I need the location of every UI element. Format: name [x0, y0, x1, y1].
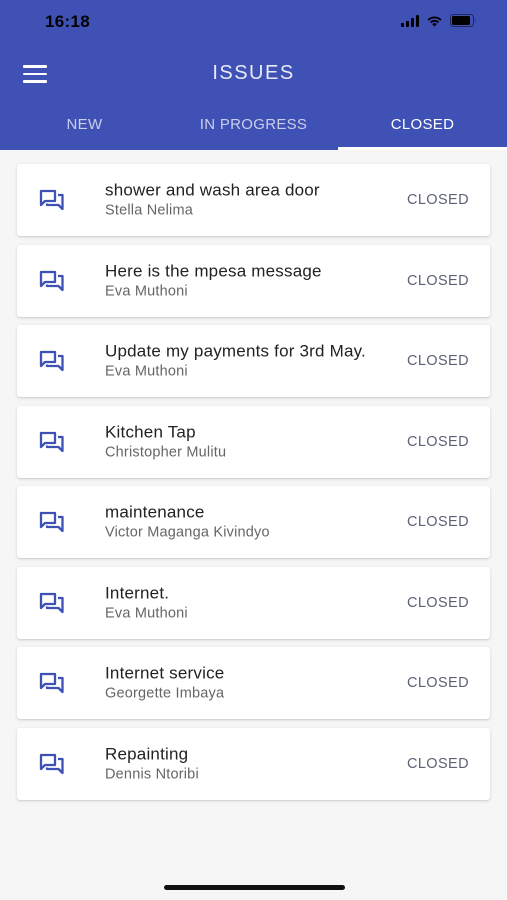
- issue-author: Dennis Ntoribi: [105, 766, 199, 782]
- forum-chat-icon: [39, 592, 65, 614]
- wifi-icon: [426, 15, 443, 27]
- forum-chat-icon: [39, 672, 65, 694]
- issue-status: CLOSED: [406, 594, 469, 611]
- issue-author: Eva Muthoni: [105, 283, 188, 299]
- issue-subject: shower and wash area door: [105, 180, 320, 200]
- issue-card[interactable]: Kitchen Tap Christopher Mulitu CLOSED: [17, 405, 490, 478]
- issue-author: Christopher Mulitu: [105, 444, 227, 460]
- issue-card[interactable]: shower and wash area door Stella Nelima …: [17, 164, 490, 236]
- issue-status: CLOSED: [406, 272, 469, 289]
- issue-card[interactable]: Internet. Eva Muthoni CLOSED: [17, 566, 490, 639]
- app-header: 16:18 ISSUES NEW IN PROGRESS CLOSED: [0, 0, 507, 150]
- forum-chat-icon: [39, 270, 65, 292]
- forum-chat-icon: [39, 189, 65, 211]
- issue-text: shower and wash area door Stella Nelima: [105, 180, 380, 221]
- issue-subject: Update my payments for 3rd May.: [105, 341, 366, 361]
- issues-screen: 16:18 ISSUES NEW IN PROGRESS CLOSED show…: [0, 0, 507, 900]
- issue-subject: Internet.: [105, 583, 170, 602]
- issue-text: Kitchen Tap Christopher Mulitu: [105, 421, 380, 462]
- issue-subject: Repainting: [105, 744, 189, 763]
- tab-new[interactable]: NEW: [0, 103, 169, 150]
- issue-status: CLOSED: [406, 675, 469, 691]
- issue-subject: maintenance: [105, 502, 205, 522]
- tab-in-progress[interactable]: IN PROGRESS: [169, 103, 338, 150]
- issue-subject: Internet service: [105, 663, 225, 683]
- issue-status: CLOSED: [406, 353, 469, 369]
- forum-chat-icon: [39, 511, 65, 533]
- cellular-signal-icon: [401, 14, 419, 27]
- issue-text: Here is the mpesa message Eva Muthoni: [105, 260, 380, 301]
- issue-card[interactable]: Here is the mpesa message Eva Muthoni CL…: [17, 244, 490, 317]
- issue-status: CLOSED: [406, 433, 469, 450]
- page-title: ISSUES: [212, 62, 295, 84]
- issue-list: shower and wash area door Stella Nelima …: [17, 164, 490, 808]
- issue-card[interactable]: Internet service Georgette Imbaya CLOSED: [17, 647, 490, 719]
- forum-chat-icon: [39, 350, 65, 372]
- issue-status: CLOSED: [406, 514, 469, 530]
- tab-closed[interactable]: CLOSED: [338, 103, 507, 150]
- issue-text: Internet service Georgette Imbaya: [105, 663, 380, 704]
- issue-text: Repainting Dennis Ntoribi: [105, 743, 380, 784]
- issue-card[interactable]: Repainting Dennis Ntoribi CLOSED: [17, 727, 490, 800]
- issue-status: CLOSED: [406, 192, 469, 208]
- issue-author: Georgette Imbaya: [105, 685, 225, 702]
- issue-status: CLOSED: [406, 755, 469, 772]
- home-indicator[interactable]: [164, 885, 345, 890]
- issue-subject: Here is the mpesa message: [105, 261, 322, 280]
- battery-icon: [450, 14, 477, 27]
- issue-text: Internet. Eva Muthoni: [105, 582, 380, 623]
- issue-author: Eva Muthoni: [105, 363, 188, 380]
- status-icons: [401, 14, 477, 27]
- forum-chat-icon: [39, 753, 65, 775]
- forum-chat-icon: [39, 431, 65, 453]
- issue-card[interactable]: maintenance Victor Maganga Kivindyo CLOS…: [17, 486, 490, 558]
- issue-text: Update my payments for 3rd May. Eva Muth…: [105, 341, 380, 382]
- issue-text: maintenance Victor Maganga Kivindyo: [105, 502, 380, 543]
- issue-author: Stella Nelima: [105, 202, 194, 219]
- status-time: 16:18: [45, 12, 90, 31]
- issue-card[interactable]: Update my payments for 3rd May. Eva Muth…: [17, 325, 490, 397]
- issue-subject: Kitchen Tap: [105, 422, 196, 441]
- issue-author: Eva Muthoni: [105, 605, 188, 621]
- status-bar: 16:18: [0, 0, 507, 46]
- tab-bar: NEW IN PROGRESS CLOSED: [0, 103, 507, 150]
- issue-author: Victor Maganga Kivindyo: [105, 524, 270, 541]
